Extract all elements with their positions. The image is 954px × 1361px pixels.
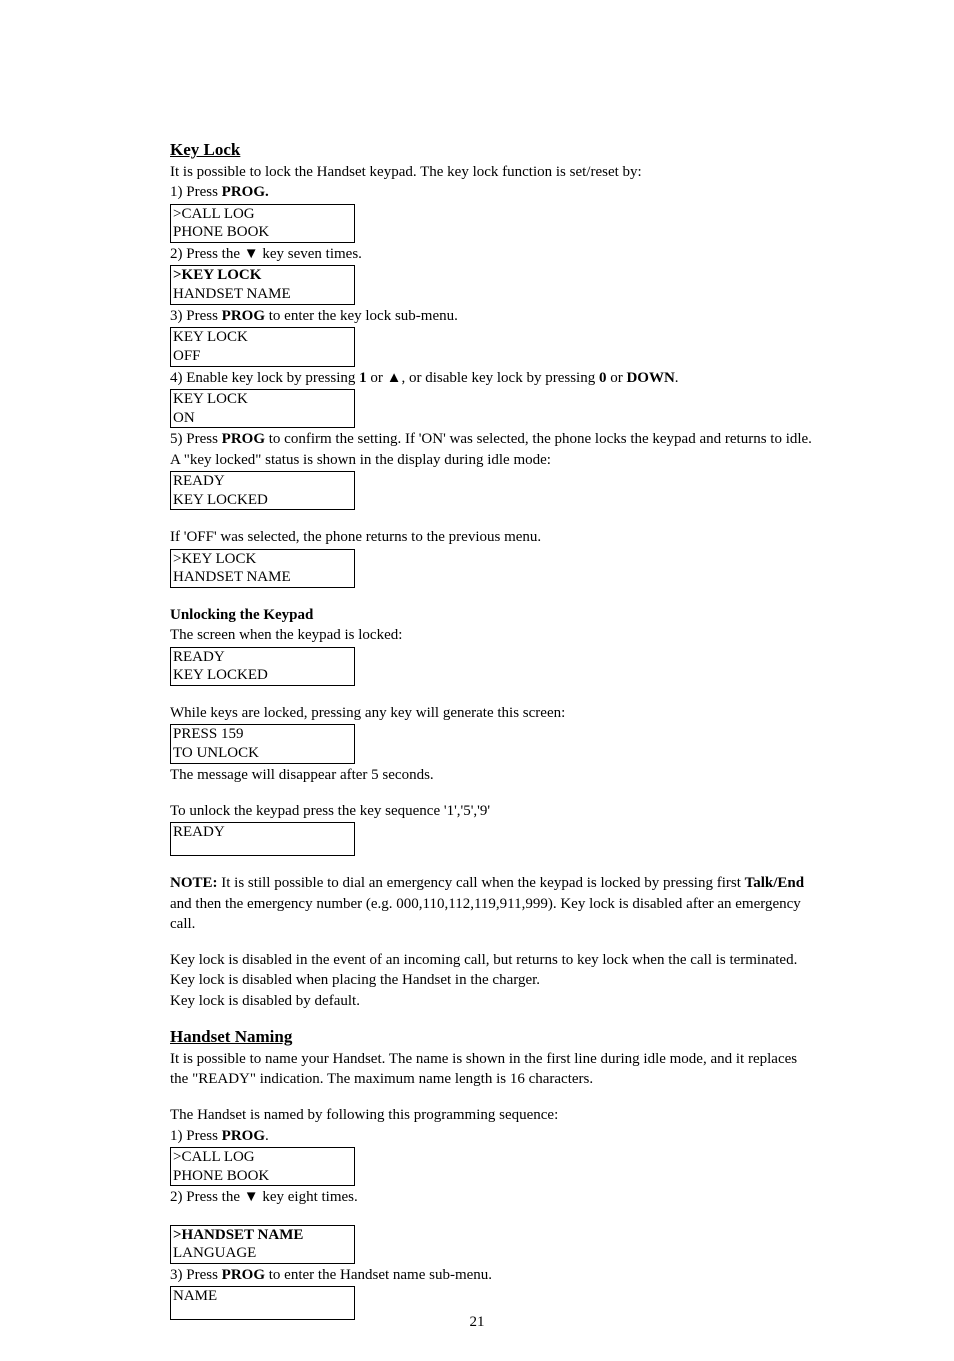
- display-box: KEY LOCK OFF: [170, 327, 355, 367]
- unlock-text-1: The screen when the keypad is locked:: [170, 625, 819, 645]
- display-line: >CALL LOG: [173, 1148, 352, 1167]
- key-1: 1: [359, 370, 367, 386]
- text: 4) Enable key lock by pressing: [170, 370, 359, 386]
- text: 2) Press the: [170, 246, 244, 262]
- keylock-tail-2: Key lock is disabled when placing the Ha…: [170, 970, 819, 990]
- handset-intro: It is possible to name your Handset. The…: [170, 1049, 819, 1090]
- display-line: READY: [173, 472, 352, 491]
- down-arrow-icon: ▼: [244, 1189, 259, 1205]
- text: to confirm the setting. If 'ON' was sele…: [170, 431, 812, 467]
- display-line: KEY LOCK: [173, 390, 352, 409]
- text: 3) Press: [170, 308, 222, 324]
- unlock-text-2: While keys are locked, pressing any key …: [170, 703, 819, 723]
- text: 1) Press: [170, 184, 222, 200]
- keylock-step-3: 3) Press PROG to enter the key lock sub-…: [170, 306, 819, 326]
- text: key eight times.: [259, 1189, 358, 1205]
- display-box: READY: [170, 822, 355, 856]
- keylock-step-4: 4) Enable key lock by pressing 1 or ▲, o…: [170, 368, 819, 388]
- prog-label: PROG: [222, 308, 265, 324]
- display-line: READY: [173, 648, 352, 667]
- display-box: >KEY LOCK HANDSET NAME: [170, 265, 355, 305]
- text: It is still possible to dial an emergenc…: [218, 875, 745, 891]
- display-line: >KEY LOCK: [173, 550, 352, 569]
- keylock-step-5: 5) Press PROG to confirm the setting. If…: [170, 429, 819, 470]
- text: 2) Press the: [170, 1189, 244, 1205]
- text: and then the emergency number (e.g. 000,…: [170, 896, 801, 932]
- page-number: 21: [0, 1314, 954, 1331]
- down-arrow-icon: ▼: [244, 246, 259, 262]
- text: or: [367, 370, 387, 386]
- keylock-step-1: 1) Press PROG.: [170, 182, 819, 202]
- display-line: KEY LOCKED: [173, 666, 352, 685]
- display-line: ON: [173, 409, 352, 428]
- display-line: OFF: [173, 347, 352, 366]
- unlock-text-4: To unlock the keypad press the key seque…: [170, 801, 819, 821]
- manual-page: Key Lock It is possible to lock the Hand…: [0, 0, 954, 1361]
- text: 3) Press: [170, 1267, 222, 1283]
- keylock-tail-1: Key lock is disabled in the event of an …: [170, 950, 819, 970]
- display-line: PHONE BOOK: [173, 1167, 352, 1186]
- text: .: [675, 370, 679, 386]
- text: key seven times.: [259, 246, 362, 262]
- talk-end-label: Talk/End: [745, 875, 805, 891]
- keylock-tail-3: Key lock is disabled by default.: [170, 991, 819, 1011]
- keylock-step-2: 2) Press the ▼ key seven times.: [170, 244, 819, 264]
- key-down: DOWN: [626, 370, 674, 386]
- display-line: KEY LOCK: [173, 328, 352, 347]
- heading-unlocking: Unlocking the Keypad: [170, 605, 819, 625]
- handset-step-2: 2) Press the ▼ key eight times.: [170, 1187, 819, 1207]
- prog-label: PROG.: [222, 184, 269, 200]
- keylock-intro: It is possible to lock the Handset keypa…: [170, 162, 819, 182]
- prog-label: PROG: [222, 1128, 265, 1144]
- display-box: >HANDSET NAME LANGUAGE: [170, 1225, 355, 1265]
- display-box: PRESS 159 TO UNLOCK: [170, 724, 355, 764]
- display-line: PRESS 159: [173, 725, 352, 744]
- text: , or disable key lock by pressing: [401, 370, 598, 386]
- note-paragraph: NOTE: It is still possible to dial an em…: [170, 873, 819, 934]
- heading-key-lock: Key Lock: [170, 140, 819, 160]
- display-line: LANGUAGE: [173, 1244, 352, 1263]
- handset-sequence: The Handset is named by following this p…: [170, 1105, 819, 1125]
- display-line: READY: [173, 823, 352, 842]
- display-box: >KEY LOCK HANDSET NAME: [170, 549, 355, 589]
- display-line: HANDSET NAME: [173, 568, 352, 587]
- text: or: [606, 370, 626, 386]
- keylock-off-note: If 'OFF' was selected, the phone returns…: [170, 527, 819, 547]
- handset-step-1: 1) Press PROG.: [170, 1126, 819, 1146]
- display-line: >KEY LOCK: [173, 266, 352, 285]
- display-box: READY KEY LOCKED: [170, 647, 355, 687]
- text: 1) Press: [170, 1128, 222, 1144]
- display-line: HANDSET NAME: [173, 285, 352, 304]
- display-box: KEY LOCK ON: [170, 389, 355, 429]
- display-line: PHONE BOOK: [173, 223, 352, 242]
- heading-handset-naming: Handset Naming: [170, 1027, 819, 1047]
- display-line: >CALL LOG: [173, 205, 352, 224]
- text: to enter the Handset name sub-menu.: [265, 1267, 492, 1283]
- up-arrow-icon: ▲: [387, 370, 402, 386]
- display-box: READY KEY LOCKED: [170, 471, 355, 511]
- display-box: >CALL LOG PHONE BOOK: [170, 1147, 355, 1187]
- note-label: NOTE:: [170, 875, 218, 891]
- display-line: KEY LOCKED: [173, 491, 352, 510]
- prog-label: PROG: [222, 1267, 265, 1283]
- handset-step-3: 3) Press PROG to enter the Handset name …: [170, 1265, 819, 1285]
- display-line: NAME: [173, 1287, 352, 1306]
- display-box: >CALL LOG PHONE BOOK: [170, 204, 355, 244]
- text: 5) Press: [170, 431, 222, 447]
- prog-label: PROG: [222, 431, 265, 447]
- display-line: TO UNLOCK: [173, 744, 352, 763]
- unlock-text-3: The message will disappear after 5 secon…: [170, 765, 819, 785]
- text: to enter the key lock sub-menu.: [265, 308, 458, 324]
- text: .: [265, 1128, 269, 1144]
